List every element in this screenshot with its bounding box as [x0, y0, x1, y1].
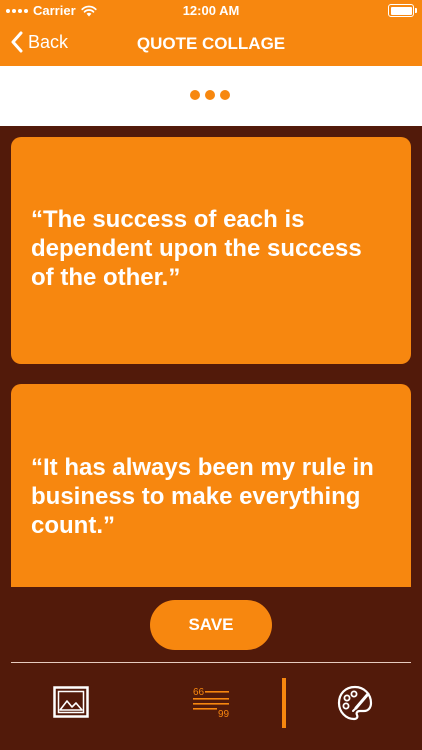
status-bar: Carrier 12:00 AM: [0, 0, 422, 22]
page-title: QUOTE COLLAGE: [136, 34, 286, 53]
quote-text: “It has always been my rule in business …: [31, 454, 374, 539]
more-options-icon[interactable]: [190, 90, 230, 100]
quote-text: “The success of each is dependent upon t…: [31, 206, 362, 291]
toolbar-strip: [0, 66, 422, 126]
status-time: 12:00 AM: [182, 3, 240, 18]
svg-text:66: 66: [193, 687, 205, 698]
quote-text-icon[interactable]: 66 99: [192, 686, 230, 718]
image-icon[interactable]: [53, 686, 89, 718]
battery-icon: [388, 4, 417, 17]
svg-text:99: 99: [218, 709, 230, 718]
tab-separator: [282, 678, 286, 728]
palette-icon[interactable]: [336, 684, 374, 722]
top-bar: Carrier 12:00 AM Back QUOTE COLLAGE: [0, 0, 422, 66]
save-button[interactable]: SAVE: [150, 600, 272, 650]
quote-card[interactable]: “The success of each is dependent upon t…: [11, 137, 411, 364]
nav-bar: Back QUOTE COLLAGE: [0, 22, 422, 66]
quote-card[interactable]: “It has always been my rule in business …: [11, 384, 411, 587]
tab-bar-divider: [11, 662, 411, 663]
